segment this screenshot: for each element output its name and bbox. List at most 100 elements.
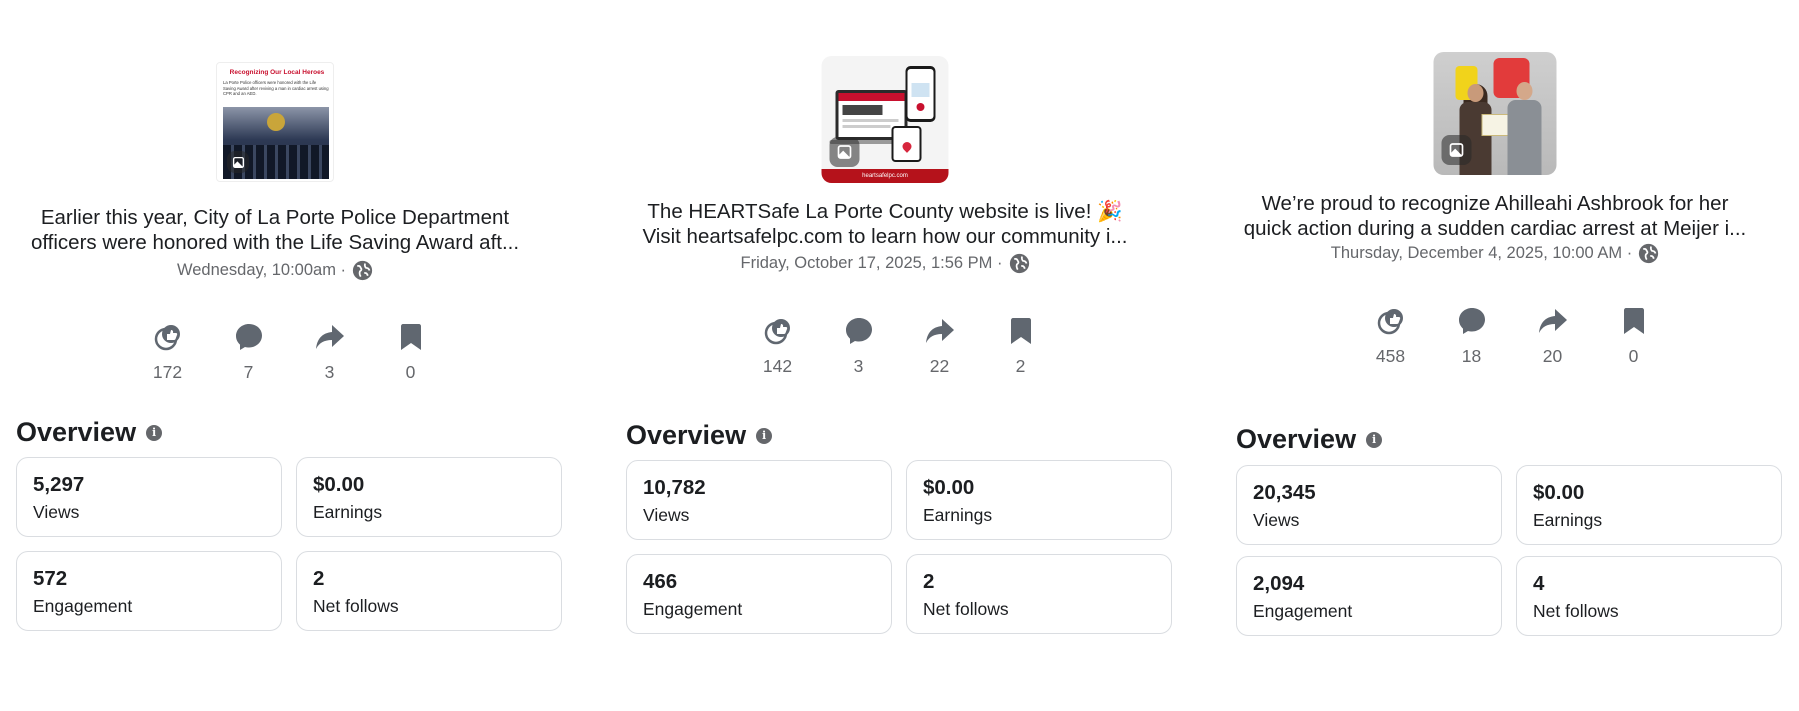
stat-shares[interactable]: 22	[899, 316, 980, 377]
metric-card-views[interactable]: 5,297 Views	[16, 457, 282, 537]
thumbnail-body: La Porte Police officers were honored wi…	[223, 80, 329, 96]
saves-count: 0	[405, 362, 416, 382]
metric-card-net-follows[interactable]: 4 Net follows	[1516, 556, 1782, 636]
post-insights-panel-1: Recognizing Our Local Heroes La Porte Po…	[0, 0, 562, 711]
comment-icon	[235, 324, 262, 350]
comment-icon	[845, 318, 872, 344]
post-caption[interactable]: Earlier this year, City of La Porte Poli…	[0, 205, 550, 255]
globe-icon	[352, 260, 373, 281]
stat-reactions[interactable]: 458	[1350, 306, 1431, 367]
stat-reactions[interactable]: 142	[737, 316, 818, 377]
overview-title: Overview	[1236, 424, 1357, 454]
image-type-icon	[227, 151, 249, 173]
metric-label: Net follows	[313, 596, 399, 616]
metric-card-earnings[interactable]: $0.00 Earnings	[296, 457, 562, 537]
reactions-icon	[154, 325, 180, 351]
metric-label: Engagement	[643, 599, 743, 619]
saves-count: 0	[1628, 346, 1639, 366]
metric-label: Earnings	[313, 502, 383, 522]
metric-value: 2	[923, 570, 935, 593]
reactions-icon	[1377, 309, 1403, 335]
post-date-text: Friday, October 17, 2025, 1:56 PM ·	[740, 254, 1003, 272]
metric-value: 2,094	[1253, 572, 1305, 595]
post-caption[interactable]: The HEARTSafe La Porte County website is…	[610, 199, 1160, 249]
thumbnail-footer-text: heartsafelpc.com	[862, 173, 908, 179]
metric-label: Engagement	[33, 596, 133, 616]
metric-label: Engagement	[1253, 601, 1353, 621]
metric-value: 4	[1533, 572, 1545, 595]
metric-value: 10,782	[643, 476, 706, 499]
share-icon	[1538, 309, 1567, 333]
metric-label: Views	[1253, 510, 1300, 530]
engagement-stats: 142 3 22 2	[737, 316, 1061, 377]
post-date-text: Thursday, December 4, 2025, 10:00 AM ·	[1330, 244, 1633, 262]
info-icon[interactable]: i	[146, 424, 163, 441]
post-date: Wednesday, 10:00am ·	[0, 260, 550, 281]
reactions-count: 172	[152, 362, 183, 382]
engagement-stats: 172 7 3 0	[127, 322, 451, 383]
info-icon[interactable]: i	[1366, 431, 1383, 448]
overview-heading: Overview i	[1236, 424, 1383, 455]
caption-line-1: We’re proud to recognize Ahilleahi Ashbr…	[1261, 192, 1729, 215]
thumbnail-phone	[905, 66, 936, 122]
thumbnail-tablet	[891, 126, 922, 162]
metric-value: 20,345	[1253, 481, 1316, 504]
stat-comments[interactable]: 18	[1431, 306, 1512, 367]
metric-label: Net follows	[1533, 601, 1619, 621]
info-icon[interactable]: i	[756, 427, 773, 444]
bookmark-icon	[1623, 308, 1644, 334]
post-date-text: Wednesday, 10:00am ·	[176, 261, 347, 279]
caption-line-2: officers were honored with the Life Savi…	[30, 231, 520, 254]
stat-saves[interactable]: 0	[1593, 306, 1674, 367]
thumbnail-title: Recognizing Our Local Heroes	[229, 69, 325, 76]
share-icon	[315, 325, 344, 349]
metric-card-earnings[interactable]: $0.00 Earnings	[1516, 465, 1782, 545]
saves-count: 2	[1015, 356, 1026, 376]
post-thumbnail[interactable]: Recognizing Our Local Heroes La Porte Po…	[216, 62, 334, 182]
shares-count: 3	[324, 362, 335, 382]
metric-value: 466	[643, 570, 678, 593]
post-caption[interactable]: We’re proud to recognize Ahilleahi Ashbr…	[1220, 191, 1770, 241]
metric-label: Views	[643, 505, 690, 525]
stat-comments[interactable]: 7	[208, 322, 289, 383]
metric-card-earnings[interactable]: $0.00 Earnings	[906, 460, 1172, 540]
caption-line-1: Earlier this year, City of La Porte Poli…	[40, 206, 510, 229]
post-date: Thursday, December 4, 2025, 10:00 AM ·	[1220, 243, 1770, 264]
stat-comments[interactable]: 3	[818, 316, 899, 377]
metric-label: Earnings	[1533, 510, 1603, 530]
stat-reactions[interactable]: 172	[127, 322, 208, 383]
metric-card-engagement[interactable]: 2,094 Engagement	[1236, 556, 1502, 636]
image-type-icon	[1441, 135, 1472, 165]
post-insights-panel-2: heartsafelpc.com The HEARTSafe La Porte …	[610, 0, 1172, 711]
comments-count: 18	[1461, 346, 1482, 366]
reactions-count: 142	[762, 356, 793, 376]
thumbnail-person-right	[1506, 82, 1544, 175]
metric-card-views[interactable]: 10,782 Views	[626, 460, 892, 540]
metric-value: $0.00	[1533, 481, 1585, 504]
bookmark-icon	[1010, 318, 1031, 344]
metric-card-engagement[interactable]: 572 Engagement	[16, 551, 282, 631]
caption-line-2: Visit heartsafelpc.com to learn how our …	[642, 225, 1128, 248]
metric-card-net-follows[interactable]: 2 Net follows	[296, 551, 562, 631]
metric-card-net-follows[interactable]: 2 Net follows	[906, 554, 1172, 634]
engagement-stats: 458 18 20 0	[1350, 306, 1674, 367]
post-thumbnail[interactable]	[1433, 52, 1557, 175]
metric-card-engagement[interactable]: 466 Engagement	[626, 554, 892, 634]
stat-shares[interactable]: 20	[1512, 306, 1593, 367]
caption-line-2: quick action during a sudden cardiac arr…	[1243, 217, 1747, 240]
stat-shares[interactable]: 3	[289, 322, 370, 383]
metric-value: 572	[33, 567, 68, 590]
metric-card-views[interactable]: 20,345 Views	[1236, 465, 1502, 545]
shares-count: 20	[1542, 346, 1563, 366]
metric-value: 5,297	[33, 473, 85, 496]
image-type-icon	[829, 137, 860, 167]
post-insights-panel-3: We’re proud to recognize Ahilleahi Ashbr…	[1220, 0, 1782, 711]
reactions-count: 458	[1375, 346, 1406, 366]
comments-count: 3	[853, 356, 864, 376]
post-thumbnail[interactable]: heartsafelpc.com	[821, 56, 949, 183]
overview-title: Overview	[626, 420, 747, 450]
metric-label: Earnings	[923, 505, 993, 525]
stat-saves[interactable]: 2	[980, 316, 1061, 377]
stat-saves[interactable]: 0	[370, 322, 451, 383]
metric-value: $0.00	[923, 476, 975, 499]
